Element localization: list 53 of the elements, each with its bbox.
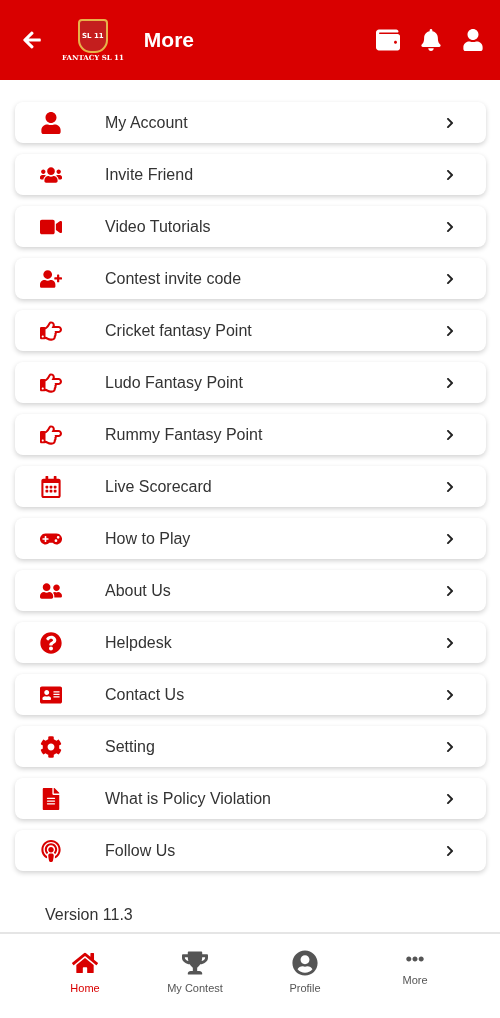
chevron-icon [444,376,456,389]
version-text: Version 11.3 [44,906,134,924]
menu-item[interactable]: Ludo Fantasy Point [15,362,486,403]
notification-icon[interactable] [420,29,442,51]
profile-icon [292,950,318,976]
nav-tab[interactable]: More [385,950,445,1018]
user-icon[interactable] [462,29,484,51]
chevron-icon [444,272,456,285]
chevron-icon [444,740,456,753]
help-icon [39,631,63,654]
menu-item[interactable]: Contest invite code [15,258,486,299]
nav-tab[interactable]: Profile [275,950,335,1018]
chevron-icon [444,220,456,233]
settings-icon [39,735,63,758]
chevron-icon [444,324,456,337]
menu-item[interactable]: Rummy Fantasy Point [15,414,486,455]
calendar-icon [39,475,63,498]
menu-item[interactable]: Live Scorecard [15,466,486,507]
trophy-icon [182,950,208,976]
menu-item[interactable]: Setting [15,726,486,767]
menu-item[interactable]: Video Tutorials [15,206,486,247]
nav-tab[interactable]: Home [55,950,115,1018]
menu-item[interactable]: My Account [15,102,486,143]
chevron-icon [444,168,456,181]
chevron-icon [444,116,456,129]
menu-item[interactable]: Contact Us [15,674,486,715]
pointing-hand-icon [39,319,63,342]
broadcast-icon [39,839,63,862]
chevron-icon [444,844,456,857]
chevron-icon [444,688,456,701]
chevron-icon [444,636,456,649]
user-icon [39,111,63,134]
pointing-hand-icon [39,423,63,446]
contact-card-icon [39,683,63,706]
chevron-icon [444,792,456,805]
chevron-icon [444,480,456,493]
menu-item[interactable]: Helpdesk [15,622,486,663]
back-icon[interactable] [22,30,42,50]
chevron-icon [444,428,456,441]
chevron-icon [444,532,456,545]
menu-item[interactable]: How to Play [15,518,486,559]
home-icon [72,950,98,976]
add-user-icon [39,267,63,290]
menu-item[interactable]: What is Policy Violation [15,778,486,819]
wallet-icon[interactable] [376,28,400,52]
nav-tab[interactable]: My Contest [165,950,225,1018]
pointing-hand-icon [39,371,63,394]
menu-item[interactable]: About Us [15,570,486,611]
menu-item[interactable]: Invite Friend [15,154,486,195]
chevron-icon [444,584,456,597]
menu-item[interactable]: Follow Us [15,830,486,871]
page-title: More [143,28,195,52]
menu-item[interactable]: Cricket fantasy Point [15,310,486,351]
